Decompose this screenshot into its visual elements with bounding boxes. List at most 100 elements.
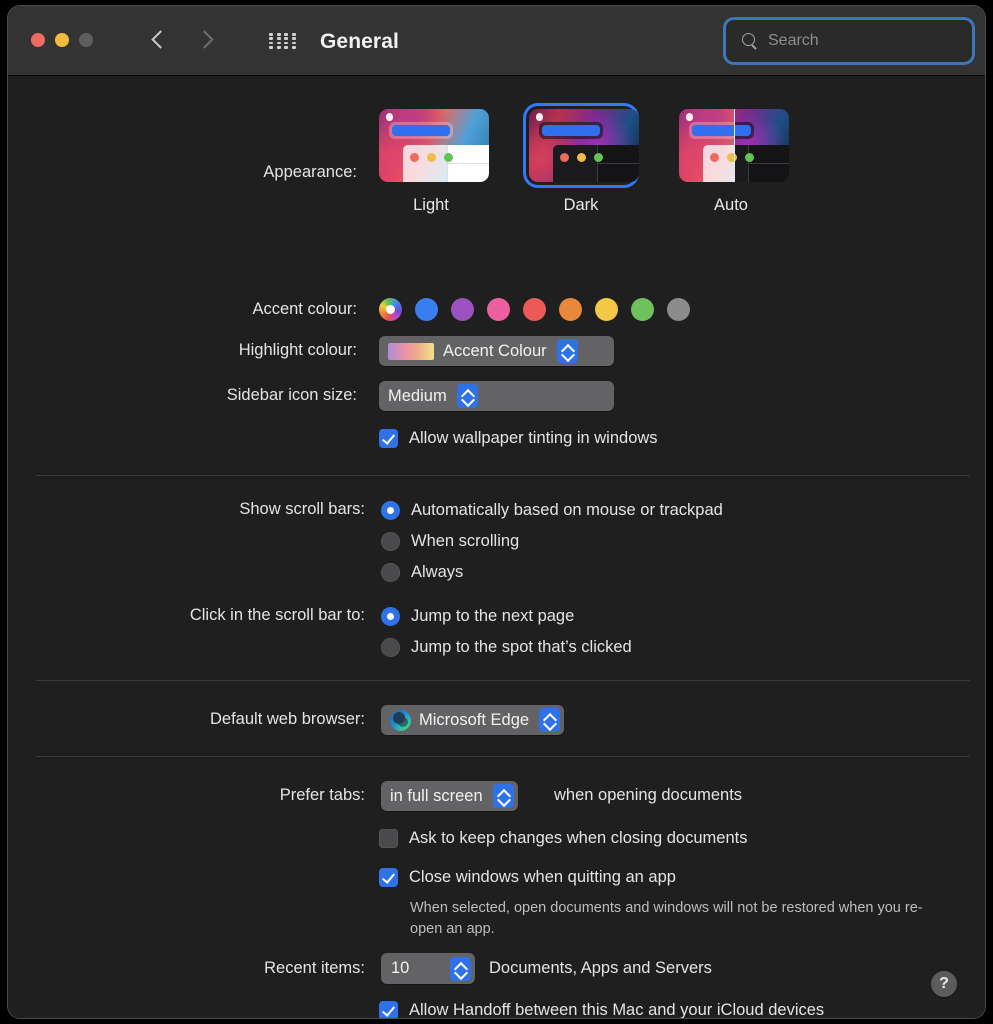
back-chevron-icon[interactable] <box>150 26 169 56</box>
wallpaper-tinting-label: Allow wallpaper tinting in windows <box>409 429 658 447</box>
scroll-label-automatic: Automatically based on mouse or trackpad <box>411 501 723 519</box>
appearance-option-light[interactable]: Light <box>376 106 489 215</box>
mini-window-dark <box>553 145 639 182</box>
minimize-window-button[interactable] <box>55 33 69 47</box>
close-windows-help-text: When selected, open documents and window… <box>410 900 923 937</box>
mini-menu-bar <box>539 122 603 139</box>
chevron-updown-icon <box>492 784 514 808</box>
section-divider-1 <box>36 475 970 476</box>
handoff-row[interactable]: Allow Handoff between this Mac and your … <box>379 1000 824 1018</box>
page-title: General <box>320 30 399 53</box>
mini-menu-bar <box>389 122 453 139</box>
forward-chevron-icon[interactable] <box>196 26 215 56</box>
clickbar-radio-next-page[interactable] <box>381 607 400 626</box>
prefer-tabs-dropdown[interactable]: in full screen <box>381 781 518 811</box>
accent-colour-swatches <box>379 298 690 321</box>
zoom-window-button[interactable] <box>79 33 93 47</box>
prefer-tabs-value: in full screen <box>390 786 483 805</box>
handoff-label: Allow Handoff between this Mac and your … <box>409 1001 825 1018</box>
appearance-label-light: Light <box>413 196 449 214</box>
system-preferences-window: General Search Appearance: Light Dark Au… <box>8 6 985 1018</box>
recent-items-suffix: Documents, Apps and Servers <box>489 959 712 977</box>
highlight-colour-label: Highlight colour: <box>238 341 357 359</box>
prefer-tabs-label: Prefer tabs: <box>279 786 365 804</box>
accent-swatch-graphite[interactable] <box>667 298 690 321</box>
default-browser-dropdown[interactable]: Microsoft Edge <box>381 705 565 735</box>
clickbar-radio-spot-clicked[interactable] <box>381 638 400 657</box>
prefer-tabs-suffix: when opening documents <box>554 786 743 804</box>
mini-traffic-lights <box>560 153 603 162</box>
menu-apple-icon <box>536 113 543 121</box>
highlight-gradient-swatch <box>388 342 434 360</box>
accent-swatch-red[interactable] <box>523 298 546 321</box>
click-scroll-bar-label: Click in the scroll bar to: <box>189 606 365 624</box>
handoff-checkbox[interactable] <box>379 1001 398 1018</box>
search-field[interactable]: Search <box>726 20 972 62</box>
help-button[interactable]: ? <box>931 971 957 997</box>
navigation-buttons <box>150 26 215 56</box>
show-scroll-bars-label: Show scroll bars: <box>239 500 365 518</box>
section-divider-2 <box>36 680 970 681</box>
show-scroll-bars-options: Automatically based on mouse or trackpad… <box>381 500 723 593</box>
appearance-options: Light Dark Auto <box>376 106 789 215</box>
search-icon <box>742 32 759 50</box>
light-thumbnail-frame <box>376 106 489 185</box>
default-browser-label: Default web browser: <box>210 710 365 728</box>
auto-half-light <box>679 109 734 182</box>
wallpaper-tinting-checkbox[interactable] <box>379 429 398 448</box>
accent-swatch-blue[interactable] <box>415 298 438 321</box>
clickbar-label-spot-clicked: Jump to the spot that’s clicked <box>411 638 632 656</box>
sidebar-icon-size-value: Medium <box>388 386 447 405</box>
close-windows-checkbox[interactable] <box>379 868 398 887</box>
show-all-grid-icon[interactable] <box>269 33 298 49</box>
close-windows-label: Close windows when quitting an app <box>409 868 676 886</box>
appearance-label: Appearance: <box>263 163 357 181</box>
appearance-label-dark: Dark <box>563 196 599 214</box>
clickbar-option-spot-clicked[interactable]: Jump to the spot that’s clicked <box>381 637 632 657</box>
recent-items-label: Recent items: <box>264 959 365 977</box>
microsoft-edge-icon <box>390 709 411 731</box>
mini-window-light <box>403 145 489 182</box>
recent-items-stepper[interactable]: 10 <box>381 953 475 984</box>
accent-swatch-yellow[interactable] <box>595 298 618 321</box>
accent-colour-label: Accent colour: <box>252 300 357 318</box>
sidebar-icon-size-label: Sidebar icon size: <box>226 386 357 404</box>
highlight-colour-dropdown[interactable]: Accent Colour <box>379 336 614 366</box>
chevron-updown-icon <box>456 384 478 408</box>
clickbar-option-next-page[interactable]: Jump to the next page <box>381 606 632 626</box>
auto-half-dark <box>733 109 789 182</box>
ask-keep-changes-checkbox[interactable] <box>379 829 398 848</box>
dark-thumbnail <box>529 109 639 182</box>
close-window-button[interactable] <box>31 33 45 47</box>
scroll-radio-always[interactable] <box>381 563 400 582</box>
ask-keep-changes-row[interactable]: Ask to keep changes when closing documen… <box>379 828 747 849</box>
accent-swatch-multicolour[interactable] <box>379 298 402 321</box>
scroll-option-always[interactable]: Always <box>381 562 723 582</box>
accent-swatch-purple[interactable] <box>451 298 474 321</box>
scroll-option-automatic[interactable]: Automatically based on mouse or trackpad <box>381 500 723 520</box>
chevron-updown-icon <box>450 956 471 981</box>
scroll-radio-when-scrolling[interactable] <box>381 532 400 551</box>
scroll-radio-automatic[interactable] <box>381 501 400 520</box>
accent-swatch-orange[interactable] <box>559 298 582 321</box>
chevron-updown-icon <box>539 708 561 732</box>
appearance-option-auto[interactable]: Auto <box>676 106 789 215</box>
close-windows-row[interactable]: Close windows when quitting an app <box>379 867 676 888</box>
appearance-option-dark[interactable]: Dark <box>526 106 639 215</box>
accent-swatch-pink[interactable] <box>487 298 510 321</box>
accent-swatch-green[interactable] <box>631 298 654 321</box>
default-browser-value: Microsoft Edge <box>419 710 530 729</box>
sidebar-icon-size-dropdown[interactable]: Medium <box>379 381 614 411</box>
traffic-lights <box>31 33 93 47</box>
window-toolbar: General Search <box>8 6 985 76</box>
wallpaper-tinting-checkbox-row[interactable]: Allow wallpaper tinting in windows <box>379 428 658 449</box>
preferences-content: Appearance: Light Dark Auto Accent colou… <box>8 76 985 1018</box>
scroll-option-when-scrolling[interactable]: When scrolling <box>381 531 723 551</box>
click-scroll-bar-options: Jump to the next page Jump to the spot t… <box>381 606 632 668</box>
scroll-label-when-scrolling: When scrolling <box>411 532 520 550</box>
auto-split <box>679 109 789 182</box>
auto-thumbnail-frame <box>676 106 789 185</box>
section-divider-3 <box>36 756 970 757</box>
chevron-updown-icon <box>556 339 578 363</box>
appearance-label-auto: Auto <box>714 196 748 214</box>
